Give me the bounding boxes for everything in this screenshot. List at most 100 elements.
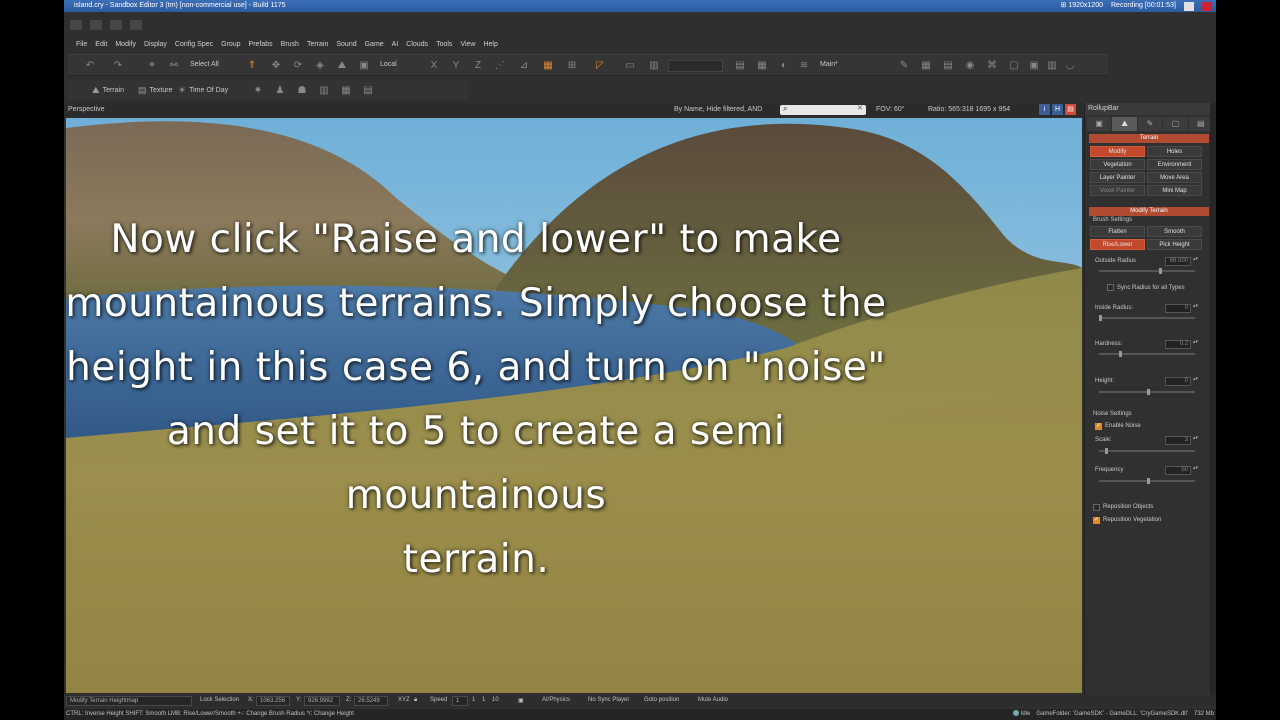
ai-icon[interactable]: ◐ [778,60,790,72]
menu-sound[interactable]: Sound [332,38,360,52]
figure-icon[interactable]: ☗ [296,85,308,97]
menu-ai[interactable]: AI [388,38,403,52]
outside-radius-slider[interactable] [1099,268,1195,274]
axis-y-icon[interactable]: Y [450,60,462,72]
grid-icon[interactable]: ⊞ [566,60,578,72]
viewport-mode[interactable]: Perspective [68,106,105,113]
ai-physics-toggle[interactable]: AI/Physics [542,697,570,703]
layers-stack-icon[interactable]: ≋ [798,60,810,72]
tool-ui-icon[interactable]: ▥ [1046,60,1058,72]
frequency-slider[interactable] [1099,478,1195,484]
hardness-slider[interactable] [1099,351,1195,357]
slider-knob[interactable] [1099,315,1102,321]
speed-field[interactable]: 1 [452,696,468,706]
tool-pick-icon[interactable]: ✎ [898,60,910,72]
lock-selection-button[interactable]: Lock Selection [200,697,239,703]
export-icon[interactable] [130,20,142,30]
modify-terrain-header[interactable]: Modify Terrain [1089,207,1209,216]
tab-terrain-icon[interactable]: ⛰ [1112,117,1137,131]
holes-button[interactable]: Holes [1147,146,1202,157]
outside-radius-field[interactable]: 66.000 [1165,257,1191,266]
save-file-icon[interactable] [110,20,122,30]
fg-icon[interactable]: ▦ [340,85,352,97]
axis-x-icon[interactable]: X [428,60,440,72]
height-spinner[interactable]: ▴▾ [1193,377,1198,386]
tool-graph-icon[interactable]: ⌘ [986,60,998,72]
rotate-icon[interactable]: ⟳ [292,60,304,72]
speed-preset-1[interactable]: 1 [472,697,475,703]
axis-xy-icon[interactable]: ⋰ [494,60,506,72]
tool-image-icon[interactable]: ▢ [1008,60,1020,72]
mute-audio-toggle[interactable]: Mute Audio [698,697,728,703]
lock-icon[interactable]: 🔒︎ [414,697,417,704]
ruler-icon[interactable]: ▭ [624,60,636,72]
menu-view[interactable]: View [456,38,479,52]
close-button[interactable] [1202,1,1212,11]
helpers-button[interactable]: H [1052,104,1063,115]
db-icon[interactable]: ▥ [318,85,330,97]
filter-label[interactable]: By Name, Hide filtered, AND [674,106,762,113]
camera-icon[interactable]: ▣ [518,697,524,704]
move-icon[interactable]: ✥ [270,60,282,72]
enable-noise-checkbox[interactable] [1095,422,1102,430]
time-of-day-button[interactable]: ☀ Time Of Day [178,85,228,96]
rollup-scrollbar[interactable] [1210,103,1216,695]
z-coord-field[interactable]: 26.5249 [354,696,388,706]
scale-spinner[interactable]: ▴▾ [1193,436,1198,445]
inside-radius-field[interactable]: 0 [1165,304,1191,313]
slider-knob[interactable] [1147,478,1150,484]
menu-tools[interactable]: Tools [432,38,456,52]
modify-button[interactable]: Modify [1090,146,1145,157]
character-icon[interactable]: ♟ [274,85,286,97]
layer-painter-button[interactable]: Layer Painter [1090,172,1145,183]
snap-grid-icon[interactable]: ▦ [542,60,554,72]
scale-slider[interactable] [1099,448,1195,454]
redo-icon[interactable]: ↷ [112,60,124,72]
reposition-vegetation-checkbox[interactable] [1093,516,1100,524]
lighting-icon[interactable]: ✷ [252,85,264,97]
menu-group[interactable]: Group [217,38,244,52]
layer-dropdown[interactable]: Main* [820,61,838,68]
slider-knob[interactable] [1105,448,1108,454]
flatten-button[interactable]: Flatten [1090,226,1145,237]
menu-game[interactable]: Game [361,38,388,52]
open-file-icon[interactable] [90,20,102,30]
height-slider[interactable] [1099,389,1195,395]
mini-map-button[interactable]: Mini Map [1147,185,1202,196]
3d-viewport[interactable]: Now click "Raise and lower" to make moun… [66,118,1082,693]
clear-icon[interactable]: ✕ [857,104,863,112]
physics-icon[interactable]: ▦ [756,60,768,72]
reposition-objects-checkbox[interactable] [1093,504,1100,511]
scale-icon[interactable]: ◈ [314,60,326,72]
vegetation-button[interactable]: Vegetation [1090,159,1145,170]
slider-knob[interactable] [1119,351,1122,357]
terrain-section-header[interactable]: Terrain [1089,134,1209,143]
tab-objects-icon[interactable]: ▣ [1087,117,1112,131]
tool-u-icon[interactable]: ◡ [1064,60,1076,72]
move-area-button[interactable]: Move Area [1147,172,1202,183]
speed-preset-10[interactable]: 10 [492,697,499,703]
display-button[interactable]: ▤ [1065,104,1076,115]
panel-icon[interactable]: ▤ [362,85,374,97]
coord-space-dropdown[interactable]: Local [380,61,397,68]
inside-radius-spinner[interactable]: ▴▾ [1193,304,1198,313]
inside-radius-slider[interactable] [1099,315,1195,321]
outside-radius-spinner[interactable]: ▴▾ [1193,257,1198,266]
slider-knob[interactable] [1147,389,1150,395]
select-all-dropdown[interactable]: Select All [190,61,219,68]
tool-table-icon[interactable]: ▤ [942,60,954,72]
texture-button[interactable]: ▤ Texture [138,85,172,96]
undo-icon[interactable]: ↶ [84,60,96,72]
new-file-icon[interactable] [70,20,82,30]
terrain-snap-icon[interactable]: ⛰ [336,60,348,72]
info-button[interactable]: i [1039,104,1050,115]
slider-knob[interactable] [1159,268,1162,274]
no-sync-player-toggle[interactable]: No Sync Player [588,697,629,703]
pick-height-button[interactable]: Pick Height [1147,239,1202,250]
terrain-editor-button[interactable]: ⛰ Terrain [92,85,124,96]
voxel-painter-button[interactable]: Voxel Painter [1090,185,1145,196]
viewport-search-input[interactable]: ⌕ ✕ [780,104,866,115]
y-coord-field[interactable]: 926.9982 [304,696,340,706]
menu-help[interactable]: Help [479,38,501,52]
xyz-toggle[interactable]: XYZ [398,697,410,703]
